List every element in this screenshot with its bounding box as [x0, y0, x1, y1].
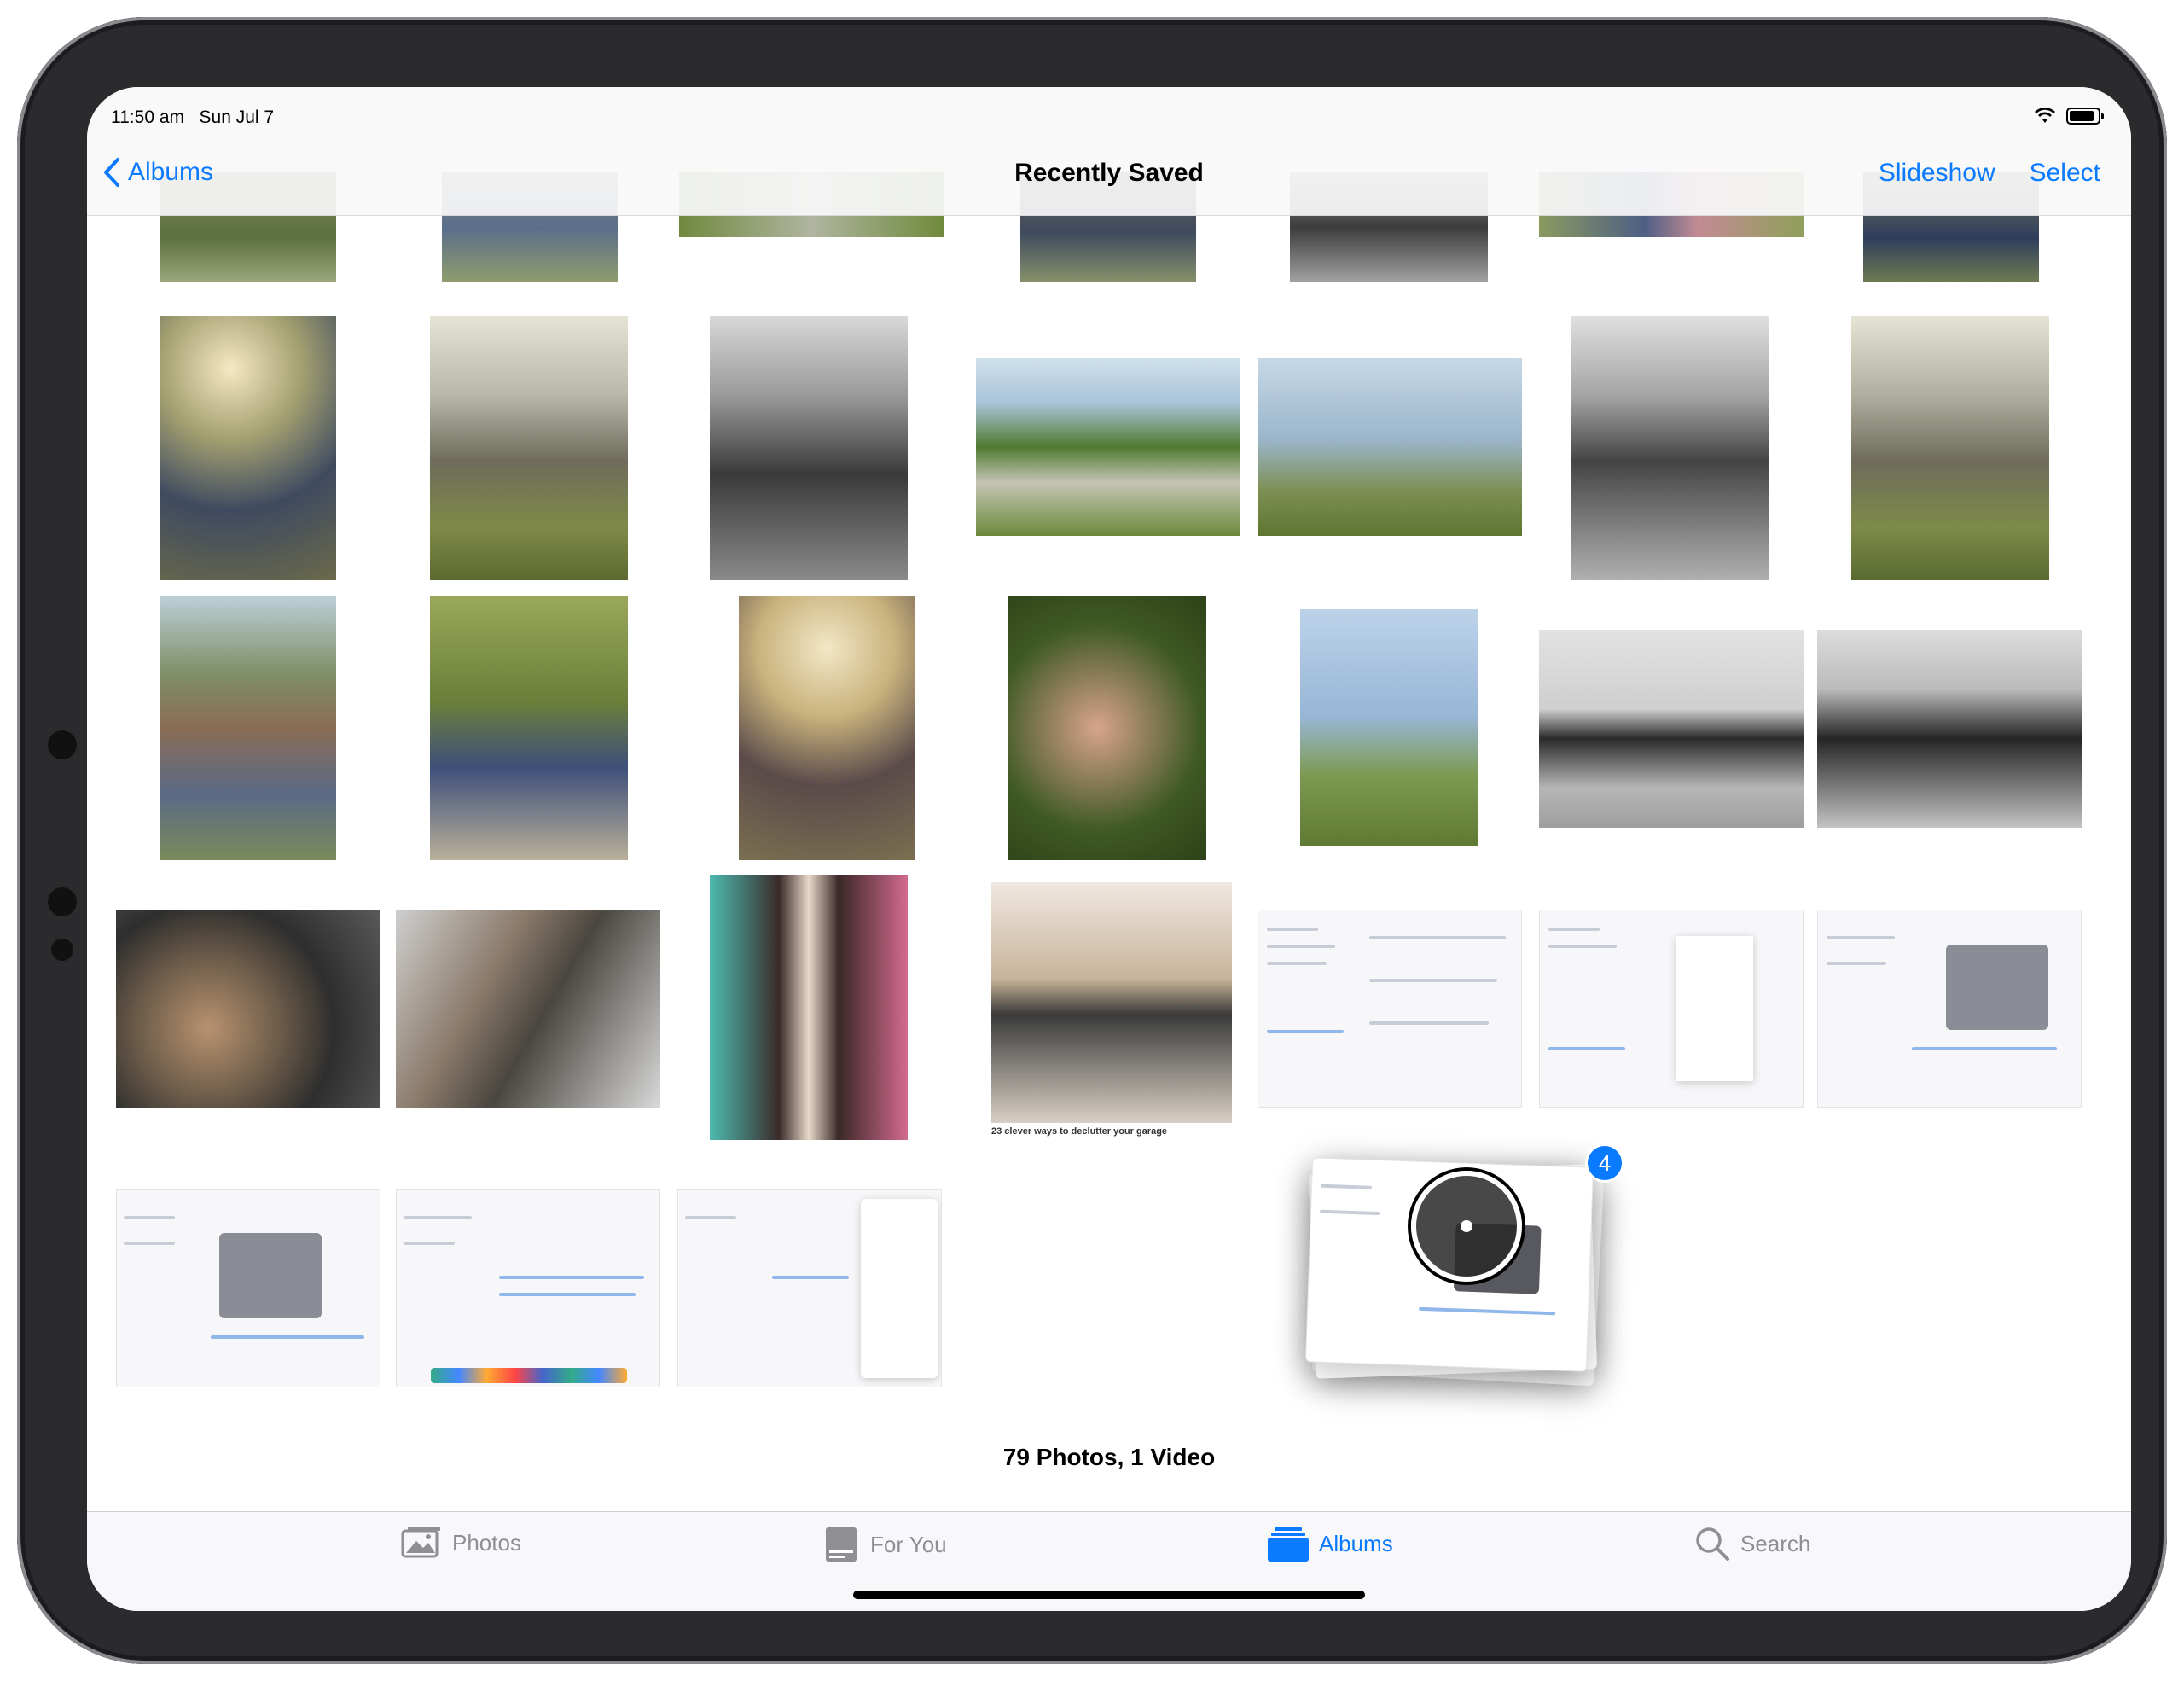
photo-thumbnail[interactable] [1008, 596, 1206, 860]
photo-thumbnail[interactable] [710, 316, 908, 580]
drag-stack[interactable]: 4 [1304, 1143, 1624, 1387]
tab-bar: Photos For You Albums Search [87, 1511, 2131, 1611]
page-title: Recently Saved [1014, 159, 1204, 187]
albums-icon [1268, 1527, 1309, 1562]
side-sensor [51, 939, 73, 961]
screenshot-thumbnail[interactable] [396, 1189, 660, 1387]
photo-caption: 23 clever ways to declutter your garage [991, 1126, 1168, 1137]
photo-thumbnail[interactable] [710, 875, 908, 1140]
slideshow-button[interactable]: Slideshow [1879, 159, 1995, 188]
screen: 23 clever ways to declutter your garage [87, 87, 2131, 1611]
photo-thumbnail[interactable] [1300, 609, 1478, 846]
screenshot-thumbnail[interactable] [1817, 910, 2082, 1108]
status-icons [2034, 106, 2104, 126]
screenshot-thumbnail[interactable] [1258, 910, 1522, 1108]
tab-photos[interactable]: Photos [401, 1526, 521, 1560]
photo-thumbnail[interactable] [430, 316, 628, 580]
photos-icon [401, 1527, 440, 1558]
search-icon [1696, 1527, 1729, 1561]
photo-thumbnail[interactable] [160, 596, 336, 860]
status-bar: 11:50 am Sun Jul 7 [87, 87, 2131, 130]
photo-thumbnail[interactable] [991, 882, 1232, 1123]
photo-grid[interactable]: 23 clever ways to declutter your garage [87, 87, 2131, 1512]
navigation-bar: 11:50 am Sun Jul 7 Albums Recently Saved… [87, 87, 2131, 216]
photo-thumbnail[interactable] [1539, 630, 1804, 828]
tab-albums[interactable]: Albums [1268, 1526, 1393, 1562]
photo-thumbnail[interactable] [430, 596, 628, 860]
tab-label: Search [1740, 1530, 1811, 1556]
tab-search[interactable]: Search [1694, 1526, 1810, 1562]
photo-thumbnail[interactable] [116, 910, 380, 1108]
screenshot-thumbnail[interactable] [116, 1189, 380, 1387]
screenshot-thumbnail[interactable] [1539, 910, 1804, 1108]
photo-thumbnail[interactable] [1817, 630, 2082, 828]
photo-thumbnail[interactable] [739, 596, 915, 860]
battery-icon [2066, 108, 2104, 125]
touch-indicator [1411, 1171, 1522, 1282]
screenshot-thumbnail[interactable] [677, 1189, 942, 1387]
for-you-icon [826, 1527, 857, 1562]
side-sensor [48, 887, 77, 916]
tab-label: For You [870, 1531, 947, 1557]
wifi-icon [2035, 108, 2055, 123]
library-summary: 79 Photos, 1 Video [1002, 1444, 1216, 1470]
photo-thumbnail[interactable] [1258, 358, 1522, 536]
photo-thumbnail[interactable] [1851, 316, 2049, 580]
side-sensor [48, 730, 77, 759]
tab-label: Albums [1319, 1530, 1393, 1556]
photo-thumbnail[interactable] [396, 910, 660, 1108]
photo-thumbnail[interactable] [1571, 316, 1769, 580]
photo-thumbnail[interactable] [160, 316, 336, 580]
home-indicator[interactable] [853, 1591, 1365, 1599]
status-time: 11:50 am Sun Jul 7 [111, 108, 275, 127]
tab-for-you[interactable]: For You [822, 1526, 947, 1563]
select-button[interactable]: Select [2030, 159, 2100, 188]
photo-thumbnail[interactable] [976, 358, 1240, 536]
tab-label: Photos [452, 1529, 521, 1556]
ipad-frame: 23 clever ways to declutter your garage [17, 17, 2167, 1664]
selection-count-badge: 4 [1585, 1143, 1624, 1183]
